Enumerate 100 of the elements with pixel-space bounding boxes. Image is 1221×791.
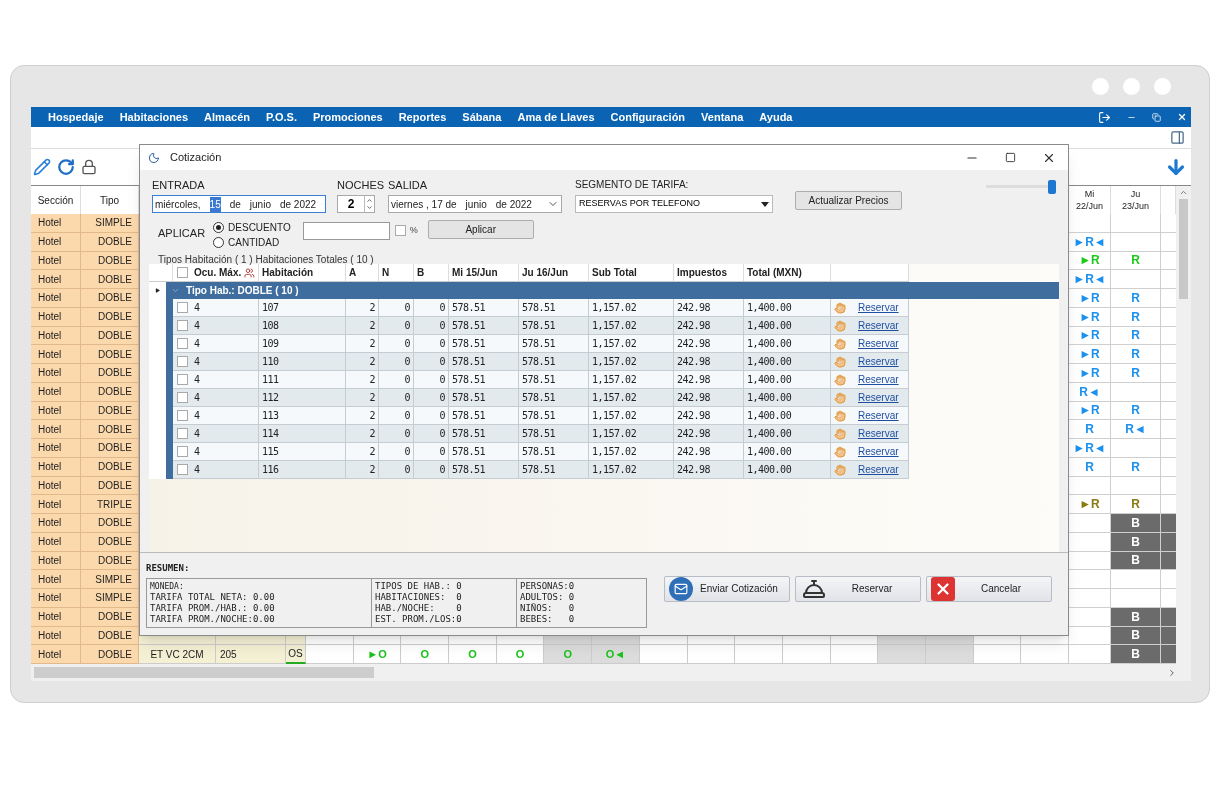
vertical-scrollbar[interactable] [1176,186,1191,664]
restore-icon[interactable] [1152,112,1161,122]
menu-item[interactable]: Almacén [204,108,250,126]
menu-item[interactable]: Reportes [398,108,447,126]
reserve-link[interactable]: Reservar [858,354,899,369]
logout-icon[interactable] [1098,110,1111,124]
day-header: Ju [1130,188,1141,200]
row-checkbox[interactable] [176,374,188,385]
summary-line: TARIFA PROM./HAB.: 0.00 [150,602,276,614]
calendar-cell [1111,439,1161,458]
table-cell: 0 [379,461,414,479]
scroll-thumb[interactable] [1179,199,1188,299]
menu-item[interactable]: Configuración [610,108,686,126]
reserve-link[interactable]: Reservar [858,372,899,387]
type-cell: TRIPLE [81,495,139,514]
menu-item[interactable]: Sábana [462,108,502,126]
percent-label: % [409,224,418,237]
percent-checkbox[interactable] [394,225,406,236]
menu-item[interactable]: P.O.S. [265,108,297,126]
row-header-cell [149,461,166,479]
row-checkbox[interactable] [176,428,188,439]
row-checkbox[interactable] [176,446,188,457]
row-checkbox[interactable] [176,410,188,421]
column-header[interactable]: N [382,265,390,280]
column-header[interactable]: Ocu. Máx. [194,265,242,280]
type-cell: SIMPLE [81,570,139,589]
reservation-cell: R◄ [1111,420,1161,439]
table-cell: 578.51 [449,461,519,479]
close-icon[interactable] [1177,112,1187,122]
rate-segment-select[interactable]: RESERVAS POR TELEFONO [575,195,773,213]
apply-button[interactable]: Aplicar [427,220,534,239]
row-checkbox[interactable] [176,338,188,349]
reserve-link[interactable]: Reservar [858,462,899,477]
radio-button[interactable] [213,237,225,248]
menu-item[interactable]: Habitaciones [119,108,189,126]
horizontal-scrollbar[interactable] [31,664,1191,681]
row-checkbox[interactable] [176,302,188,313]
reservation-cell: ►R◄ [1069,439,1111,458]
reserve-link[interactable]: Reservar [858,426,899,441]
menu-item[interactable]: Ventana [701,108,744,126]
cancel-button[interactable]: Cancelar [926,575,1052,602]
reserve-link[interactable]: Reservar [858,318,899,333]
spinner-arrows-icon[interactable] [364,196,374,212]
date-field[interactable]: viernes , 17 de junio de 2022 [388,195,562,213]
table-cell: 242.98 [674,461,744,479]
select-all-checkbox[interactable] [176,267,188,278]
reservation-cell: R [1111,495,1161,514]
panel-icon[interactable] [1170,130,1185,145]
refresh-icon[interactable] [57,158,75,176]
column-header[interactable]: Sub Total [592,265,637,280]
reserve-link[interactable]: Reservar [858,390,899,405]
reserve-link[interactable]: Reservar [858,300,899,315]
row-checkbox[interactable] [176,320,188,331]
column-header[interactable]: Impuestos [677,265,727,280]
calendar-cell [1111,214,1161,233]
row-checkbox[interactable] [176,464,188,475]
calendar-cell: O [401,645,450,664]
row-checkbox[interactable] [176,356,188,367]
menu-item[interactable]: Ayuda [759,108,793,126]
menu-item[interactable]: Promociones [312,108,383,126]
maximize-icon[interactable] [1005,152,1016,163]
hand-icon [834,319,846,332]
column-header[interactable]: Ju 16/Jun [522,265,569,280]
summary-line: TARIFA TOTAL NETA: 0.00 [150,591,276,603]
calendar-cell [1111,570,1161,589]
radio-button[interactable] [213,222,225,233]
column-header[interactable]: A [349,265,357,280]
reservation-cell: ►R◄ [1069,270,1111,289]
column-header[interactable]: B [417,265,425,280]
summary-line: PERSONAS:0 [520,580,576,592]
section-cell: Hotel [31,420,81,439]
summary-line: BEBES: 0 [520,613,576,625]
apply-label: APLICAR [158,226,206,241]
reserve-link[interactable]: Reservar [858,444,899,459]
reserve-button[interactable]: Reservar [795,575,921,602]
lock-icon[interactable] [81,158,97,176]
send-quote-button[interactable]: Enviar Cotización [664,575,790,602]
reserve-link[interactable]: Reservar [858,336,899,351]
column-header[interactable]: Total (MXN) [747,265,802,280]
menu-item[interactable]: Ama de Llaves [517,108,595,126]
slider-thumb[interactable] [1048,180,1056,194]
date-field[interactable]: miércoles, 15 de junio de 2022 [152,195,326,213]
reserve-link[interactable]: Reservar [858,408,899,423]
update-prices-button[interactable]: Actualizar Precios [795,191,902,210]
scroll-up-icon[interactable] [1179,188,1188,197]
expand-caret-icon[interactable] [171,286,180,295]
reservation-cell: ►R [1069,289,1111,308]
discount-field[interactable] [302,222,390,240]
scroll-thumb[interactable] [34,667,374,678]
table-cell: 1,157.02 [589,461,674,479]
menu-item[interactable]: Hospedaje [48,108,104,126]
type-cell: SIMPLE [81,589,139,608]
pencil-icon[interactable] [33,158,51,176]
date-header: 23/Jun [1122,200,1149,212]
nights-spinner[interactable]: 2 [337,195,375,213]
column-header[interactable]: Habitación [262,265,314,280]
scroll-right-icon[interactable] [1167,667,1177,678]
row-checkbox[interactable] [176,392,188,403]
column-header[interactable]: Mi 15/Jun [452,265,498,280]
reservation-cell: R [1111,289,1161,308]
